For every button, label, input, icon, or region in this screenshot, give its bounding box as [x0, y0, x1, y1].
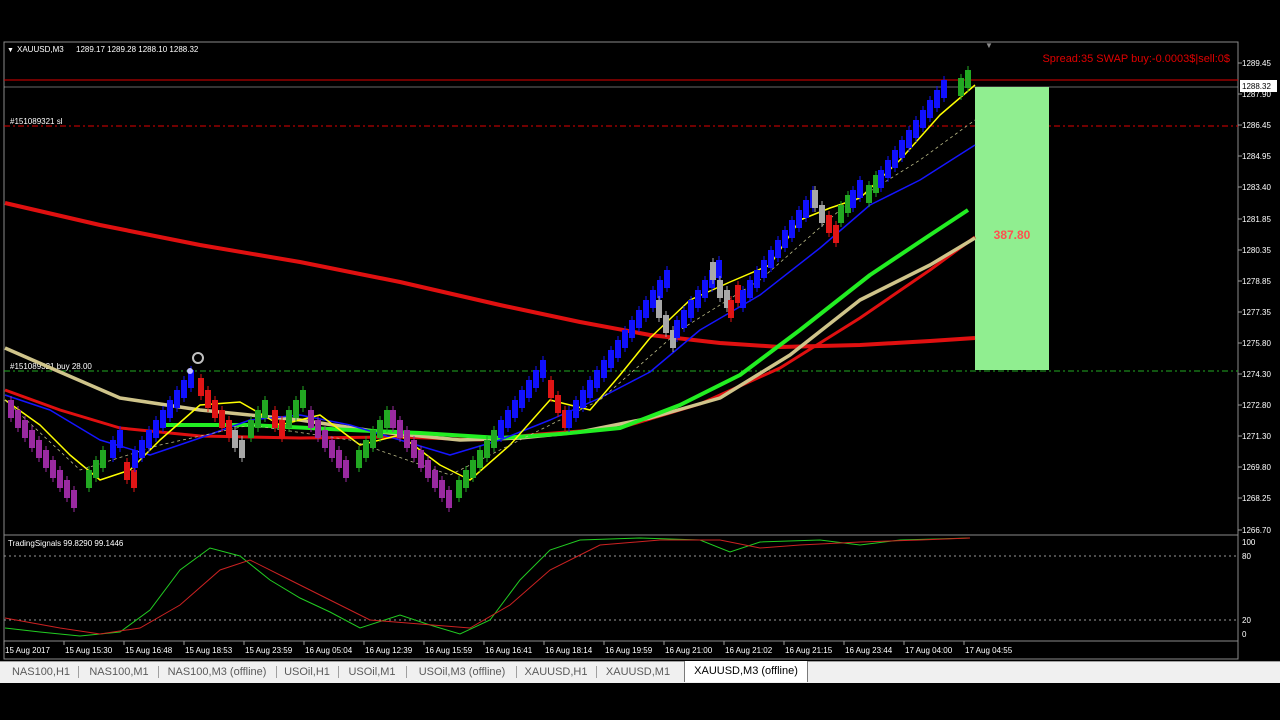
price-tick-label: 1266.70: [1242, 526, 1271, 535]
price-tick-label: 1272.80: [1242, 401, 1271, 410]
price-tick-label: 1274.30: [1242, 370, 1271, 379]
price-axis: 1289.451287.901286.451284.951283.401281.…: [1238, 59, 1271, 535]
price-tick-label: 1268.25: [1242, 494, 1271, 503]
price-tick-label: 1271.30: [1242, 432, 1271, 441]
time-tick-label: 16 Aug 21:00: [665, 646, 713, 655]
chart-tab[interactable]: USOil,M3 (offline): [412, 662, 512, 682]
time-tick-label: 16 Aug 12:39: [365, 646, 413, 655]
chart-tab[interactable]: NAS100,H1: [8, 662, 74, 682]
price-tick-label: 1289.45: [1242, 59, 1271, 68]
time-tick-label: 16 Aug 21:15: [785, 646, 833, 655]
indicator-level-label: 100: [1242, 538, 1256, 547]
tab-separator: [516, 666, 517, 678]
time-tick-label: 16 Aug 18:14: [545, 646, 593, 655]
chart-tab[interactable]: XAUUSD,M1: [600, 662, 676, 682]
collapse-triangle-icon[interactable]: ▼: [7, 47, 14, 54]
price-tick-label: 1280.35: [1242, 246, 1271, 255]
spread-swap-info: Spread:35 SWAP buy:-0.0003$|sell:0$: [1042, 53, 1230, 65]
time-tick-label: 16 Aug 05:04: [305, 646, 353, 655]
chart-tab[interactable]: USOil,H1: [280, 662, 334, 682]
time-tick-label: 17 Aug 04:00: [905, 646, 953, 655]
price-tick-label: 1284.95: [1242, 152, 1271, 161]
time-tick-label: 16 Aug 23:44: [845, 646, 893, 655]
symbol-header: XAUUSD,M3: [17, 45, 64, 54]
chart-tab[interactable]: NAS100,M3 (offline): [162, 662, 272, 682]
chart-tab-bar: NAS100,H1 NAS100,M1 NAS100,M3 (offline) USO…: [0, 661, 1280, 683]
time-tick-label: 15 Aug 18:53: [185, 646, 233, 655]
price-tick-label: 1269.80: [1242, 463, 1271, 472]
price-tick-label: 1278.85: [1242, 277, 1271, 286]
time-tick-label: 15 Aug 2017: [5, 646, 50, 655]
tab-separator: [596, 666, 597, 678]
tab-separator: [78, 666, 79, 678]
tab-separator: [158, 666, 159, 678]
time-tick-label: 16 Aug 15:59: [425, 646, 473, 655]
time-tick-label: 17 Aug 04:55: [965, 646, 1013, 655]
stop-loss-label: #151089321 sl: [10, 117, 63, 126]
chart-tab[interactable]: USOil,M1: [342, 662, 402, 682]
time-tick-label: 16 Aug 19:59: [605, 646, 653, 655]
tab-separator: [276, 666, 277, 678]
current-price-tag-text: 1288.32: [1242, 82, 1271, 91]
price-tick-label: 1281.85: [1242, 215, 1271, 224]
indicator-title: TradingSignals 99.8290 99.1446: [8, 539, 124, 548]
chart-tab[interactable]: NAS100,M1: [84, 662, 154, 682]
time-tick-label: 16 Aug 21:02: [725, 646, 773, 655]
order-arrow-icon: [187, 368, 193, 374]
time-tick-label: 16 Aug 16:41: [485, 646, 533, 655]
indicator-level-label: 80: [1242, 552, 1251, 561]
chart-tab[interactable]: XAUUSD,H1: [520, 662, 592, 682]
indicator-level-label: 0: [1242, 630, 1247, 639]
chart-tab[interactable]: XAUUSD,M3 (offline): [684, 661, 808, 682]
time-tick-label: 15 Aug 16:48: [125, 646, 173, 655]
shift-marker-icon[interactable]: ▼: [985, 41, 993, 50]
ohlc-readout: 1289.17 1289.28 1288.10 1288.32: [76, 45, 199, 54]
price-tick-label: 1283.40: [1242, 183, 1271, 192]
price-tick-label: 1275.80: [1242, 339, 1271, 348]
tab-separator: [338, 666, 339, 678]
tab-separator: [406, 666, 407, 678]
time-tick-label: 15 Aug 15:30: [65, 646, 113, 655]
indicator-axis: 100 80 20 0: [1242, 538, 1256, 639]
price-tick-label: 1277.35: [1242, 308, 1271, 317]
price-tick-label: 1286.45: [1242, 121, 1271, 130]
time-tick-label: 15 Aug 23:59: [245, 646, 293, 655]
indicator-level-label: 20: [1242, 616, 1251, 625]
profit-box-value: 387.80: [994, 228, 1031, 242]
